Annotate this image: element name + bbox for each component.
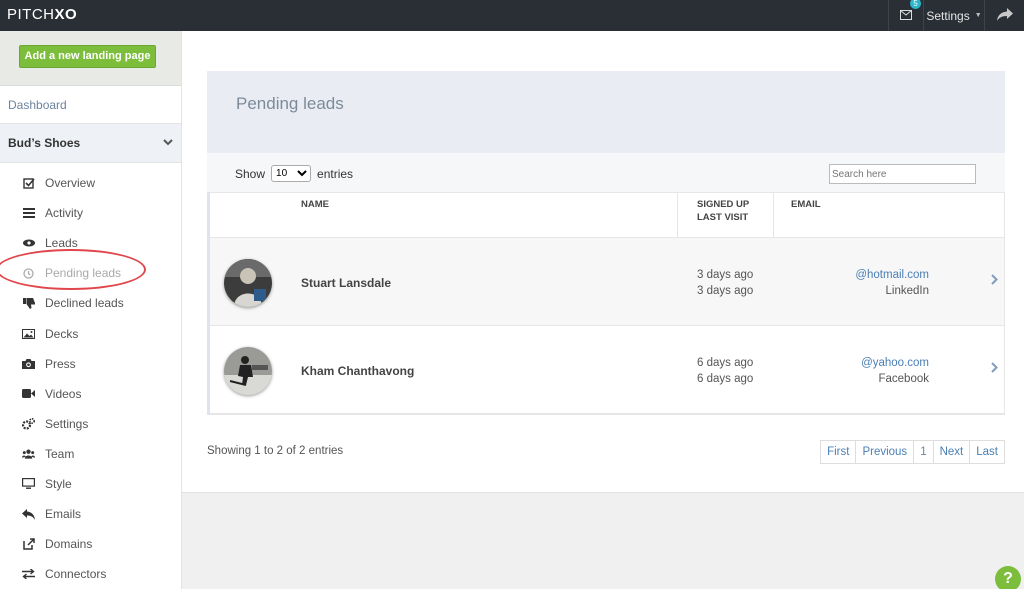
chevron-right-icon[interactable] bbox=[991, 360, 998, 376]
sidebar-item-pending-leads[interactable]: Pending leads bbox=[0, 258, 181, 288]
sidebar-item-activity[interactable]: Activity bbox=[0, 198, 181, 228]
leads-table: NAME SIGNED UP LAST VISIT EMAIL Stuart L… bbox=[207, 192, 1005, 415]
sidebar-item-settings[interactable]: Settings bbox=[0, 409, 181, 439]
reply-icon bbox=[22, 508, 35, 520]
sidebar-item-emails[interactable]: Emails bbox=[0, 499, 181, 529]
sidebar-group-buds-shoes[interactable]: Bud’s Shoes bbox=[0, 124, 181, 163]
envelope-icon bbox=[900, 9, 912, 23]
table-row[interactable]: Stuart Lansdale 3 days ago 3 days ago @h… bbox=[210, 238, 1004, 326]
help-button[interactable]: ? bbox=[995, 566, 1021, 589]
entries-label: entries bbox=[317, 166, 354, 181]
thumbs-down-icon bbox=[22, 297, 35, 309]
sidebar-item-declined-leads[interactable]: Declined leads bbox=[0, 288, 181, 318]
users-icon bbox=[22, 448, 35, 460]
lead-source: LinkedIn bbox=[885, 285, 929, 297]
table-controls: Show 10 entries bbox=[207, 153, 1005, 192]
column-header-name[interactable]: NAME bbox=[301, 198, 329, 211]
external-link-icon bbox=[22, 538, 35, 550]
sidebar-item-decks[interactable]: Decks bbox=[0, 318, 181, 348]
exchange-icon bbox=[22, 568, 35, 580]
sidebar: Add a new landing page Dashboard Bud’s S… bbox=[0, 31, 182, 589]
check-square-icon bbox=[22, 177, 35, 189]
pending-leads-card: Pending leads Show 10 entries NAME SIGNE… bbox=[207, 71, 1005, 465]
show-label: Show bbox=[235, 166, 266, 181]
last-page-button[interactable]: Last bbox=[969, 441, 1004, 463]
lead-name[interactable]: Kham Chanthavong bbox=[301, 364, 414, 378]
sidebar-item-dashboard[interactable]: Dashboard bbox=[0, 86, 181, 124]
list-icon bbox=[22, 207, 35, 219]
column-header-email[interactable]: EMAIL bbox=[791, 198, 821, 211]
sidebar-item-press[interactable]: Press bbox=[0, 349, 181, 379]
image-icon bbox=[22, 328, 35, 340]
add-landing-page-button[interactable]: Add a new landing page bbox=[19, 45, 156, 68]
entries-per-page-select[interactable]: 10 bbox=[271, 165, 312, 182]
messages-button[interactable]: 5 bbox=[888, 0, 923, 31]
sidebar-item-team[interactable]: Team bbox=[0, 439, 181, 469]
video-icon bbox=[22, 388, 35, 400]
sidebar-item-videos[interactable]: Videos bbox=[0, 379, 181, 409]
table-info: Showing 1 to 2 of 2 entries bbox=[207, 445, 344, 457]
lead-source: Facebook bbox=[878, 373, 929, 385]
sidebar-item-domains[interactable]: Domains bbox=[0, 529, 181, 559]
chevron-right-icon[interactable] bbox=[991, 272, 998, 288]
monitor-icon bbox=[22, 478, 35, 490]
signed-up-value: 3 days ago bbox=[697, 269, 754, 281]
main-content: Pending leads Show 10 entries NAME SIGNE… bbox=[182, 31, 1024, 493]
message-count-badge: 5 bbox=[910, 0, 921, 9]
sidebar-item-connectors[interactable]: Connectors bbox=[0, 559, 181, 589]
avatar bbox=[224, 347, 272, 395]
caret-down-icon: ▼ bbox=[974, 12, 982, 19]
lead-name[interactable]: Stuart Lansdale bbox=[301, 276, 391, 290]
share-arrow-icon bbox=[996, 7, 1013, 24]
avatar bbox=[224, 259, 272, 307]
table-header: NAME SIGNED UP LAST VISIT EMAIL bbox=[210, 193, 1004, 238]
gears-icon bbox=[22, 417, 35, 430]
sidebar-item-overview[interactable]: Overview bbox=[0, 168, 181, 198]
clock-icon bbox=[22, 267, 35, 279]
top-navbar: PITCHXO 5 Settings ▼ bbox=[0, 0, 1024, 31]
table-row[interactable]: Kham Chanthavong 6 days ago 6 days ago @… bbox=[210, 326, 1004, 414]
share-button[interactable] bbox=[984, 0, 1024, 31]
last-visit-value: 3 days ago bbox=[697, 285, 754, 297]
pagination: First Previous 1 Next Last bbox=[820, 440, 1005, 464]
previous-page-button[interactable]: Previous bbox=[855, 441, 914, 463]
chevron-down-icon bbox=[163, 124, 173, 163]
page-1-button[interactable]: 1 bbox=[913, 441, 933, 463]
first-page-button[interactable]: First bbox=[821, 441, 856, 463]
page-title: Pending leads bbox=[236, 94, 344, 113]
lead-email[interactable]: @yahoo.com bbox=[861, 355, 929, 371]
camera-icon bbox=[22, 358, 35, 370]
sidebar-item-leads[interactable]: Leads bbox=[0, 228, 181, 258]
column-header-signed-up[interactable]: SIGNED UP LAST VISIT bbox=[697, 198, 749, 224]
pitchxo-logo[interactable]: PITCHXO bbox=[7, 6, 77, 23]
lead-email[interactable]: @hotmail.com bbox=[855, 267, 929, 283]
last-visit-value: 6 days ago bbox=[697, 373, 754, 385]
next-page-button[interactable]: Next bbox=[932, 441, 970, 463]
sidebar-item-style[interactable]: Style bbox=[0, 469, 181, 499]
settings-dropdown[interactable]: Settings ▼ bbox=[923, 0, 984, 31]
search-input[interactable] bbox=[829, 164, 976, 184]
eye-icon bbox=[22, 237, 35, 249]
signed-up-value: 6 days ago bbox=[697, 357, 754, 369]
